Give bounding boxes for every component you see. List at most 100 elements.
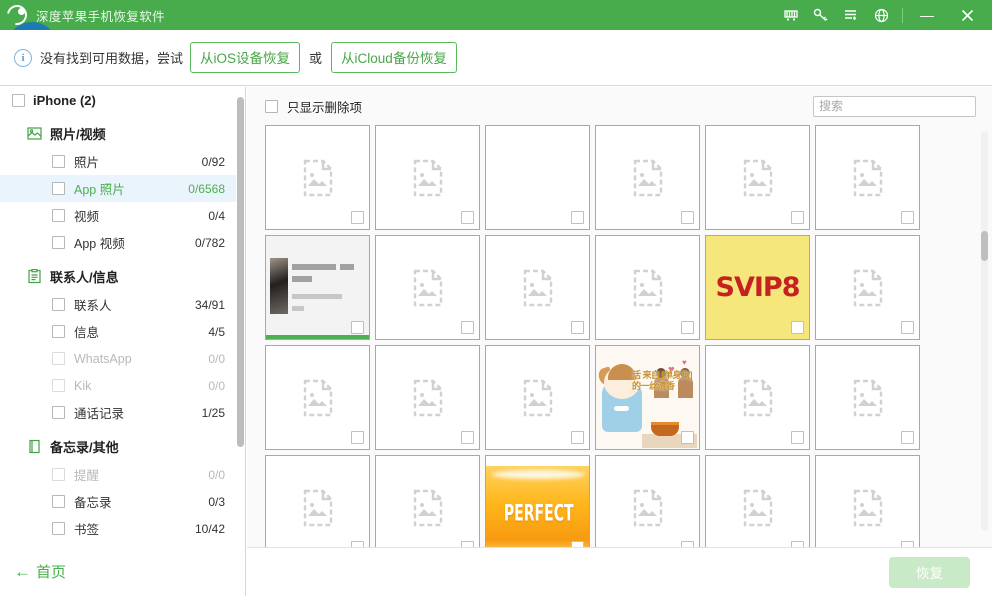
sidebar-item-label: 提醒 [74, 469, 100, 483]
thumbnail-checkbox[interactable] [461, 321, 474, 334]
thumbnail-item[interactable] [815, 235, 920, 340]
device-checkbox[interactable] [12, 93, 25, 107]
thumbnail-item[interactable]: PERFECT [485, 455, 590, 547]
thumbnail-checkbox[interactable] [461, 541, 474, 547]
search-input[interactable] [819, 99, 975, 113]
sidebar-item-checkbox[interactable] [52, 155, 65, 168]
sidebar-item-通话记录[interactable]: 通话记录 1/25 [0, 399, 237, 426]
sidebar-item-app-照片[interactable]: App 照片 0/6568 [0, 175, 237, 202]
thumbnail-checkbox[interactable] [461, 211, 474, 224]
sidebar-item-checkbox[interactable] [52, 495, 65, 508]
sidebar-group-3[interactable]: 备忘录/其他 [0, 431, 237, 461]
cart-icon[interactable] [776, 0, 806, 30]
sidebar-root-device[interactable]: iPhone (2) [0, 87, 237, 113]
thumbnail-item[interactable] [595, 235, 700, 340]
restore-from-ios-button[interactable]: 从iOS设备恢复 [190, 42, 301, 73]
restore-from-icloud-button[interactable]: 从iCloud备份恢复 [331, 42, 457, 73]
thumbnail-checkbox[interactable] [901, 321, 914, 334]
recover-button[interactable]: 恢复 [889, 556, 970, 588]
show-deleted-only-label: 只显示删除项 [287, 100, 363, 115]
close-button[interactable] [952, 0, 982, 30]
thumbnail-item[interactable] [375, 345, 480, 450]
key-icon[interactable] [806, 0, 836, 30]
thumbnail-checkbox[interactable] [901, 541, 914, 547]
device-label: iPhone (2) [33, 92, 96, 108]
thumbnail-checkbox[interactable] [351, 321, 364, 334]
thumbnail-item[interactable] [815, 125, 920, 230]
thumbnail-checkbox[interactable] [791, 211, 804, 224]
sidebar-item-checkbox[interactable] [52, 325, 65, 338]
sidebar-item-联系人[interactable]: 联系人 34/91 [0, 291, 237, 318]
thumbnail-item[interactable]: SVIP8 [705, 235, 810, 340]
broken-image-icon [303, 489, 332, 526]
sidebar-item-checkbox[interactable] [52, 182, 65, 195]
thumbnail-item[interactable]: ♥ ♥ 活 来自 [单身狗] 的一丝清香 [595, 345, 700, 450]
thumbnail-item[interactable] [705, 345, 810, 450]
thumbnail-item[interactable] [485, 345, 590, 450]
show-deleted-only-checkbox[interactable] [265, 99, 278, 113]
thumbnail-item[interactable] [485, 125, 590, 230]
thumbnail-item[interactable] [265, 455, 370, 547]
thumbnail-checkbox[interactable] [791, 431, 804, 444]
thumbnail-checkbox[interactable] [351, 211, 364, 224]
thumbnail-item[interactable] [705, 125, 810, 230]
thumbnail-item[interactable] [485, 235, 590, 340]
sidebar-item-label: 视频 [74, 210, 100, 224]
sidebar-group-1[interactable]: 照片/视频 [0, 118, 237, 148]
sidebar-item-checkbox[interactable] [52, 209, 65, 222]
sidebar-item-checkbox[interactable] [52, 236, 65, 249]
thumbnail-checkbox[interactable] [791, 541, 804, 547]
sidebar-item-count: 1/25 [201, 405, 225, 420]
thumbnail-checkbox[interactable] [461, 431, 474, 444]
minimize-button[interactable]: — [912, 0, 942, 30]
notes-icon [26, 438, 42, 454]
thumbnail-checkbox[interactable] [681, 541, 694, 547]
broken-image-icon [303, 159, 332, 196]
thumbnail-item[interactable] [375, 455, 480, 547]
thumbnail-item[interactable] [265, 345, 370, 450]
thumbnail-item[interactable] [265, 125, 370, 230]
main-scrollbar-thumb[interactable] [981, 231, 988, 261]
thumbnail-item[interactable] [815, 455, 920, 547]
thumbnail-item[interactable] [595, 455, 700, 547]
globe-icon[interactable] [866, 0, 896, 30]
thumbnail-checkbox[interactable] [681, 431, 694, 444]
thumbnail-item[interactable] [815, 345, 920, 450]
thumbnail-item[interactable] [705, 455, 810, 547]
home-link[interactable]: ← 首页 [14, 561, 66, 582]
search-box[interactable] [813, 95, 976, 117]
thumbnail-checkbox[interactable] [901, 431, 914, 444]
thumbnail-checkbox[interactable] [571, 321, 584, 334]
menu-icon[interactable] [836, 0, 866, 30]
sidebar-group-2[interactable]: 联系人/信息 [0, 261, 237, 291]
thumbnail-grid-wrap: SVIP8 ♥ ♥ 活 来自 [单身狗] 的一丝清香 PERFECT [247, 125, 992, 547]
main-scrollbar-track[interactable] [981, 131, 988, 531]
thumbnail-checkbox[interactable] [351, 431, 364, 444]
sidebar-item-app-视频[interactable]: App 视频 0/782 [0, 229, 237, 256]
thumbnail-item[interactable] [375, 125, 480, 230]
sidebar-item-checkbox[interactable] [52, 298, 65, 311]
sidebar-item-checkbox[interactable] [52, 522, 65, 535]
thumbnail-checkbox[interactable] [571, 211, 584, 224]
sidebar-item-备忘录[interactable]: 备忘录 0/3 [0, 488, 237, 515]
sidebar-scrollbar-thumb[interactable] [237, 97, 244, 447]
thumbnail-checkbox[interactable] [351, 541, 364, 547]
sidebar-item-视频[interactable]: 视频 0/4 [0, 202, 237, 229]
thumbnail-checkbox[interactable] [791, 321, 804, 334]
thumbnail-item[interactable] [265, 235, 370, 340]
thumbnail-checkbox[interactable] [901, 211, 914, 224]
thumbnail-checkbox[interactable] [681, 211, 694, 224]
notice-or-label: 或 [309, 51, 323, 66]
thumbnail-item[interactable] [595, 125, 700, 230]
thumbnail-checkbox[interactable] [571, 541, 584, 547]
thumbnail-item[interactable] [375, 235, 480, 340]
sidebar-item-照片[interactable]: 照片 0/92 [0, 148, 237, 175]
thumbnail-checkbox[interactable] [681, 321, 694, 334]
sidebar-item-信息[interactable]: 信息 4/5 [0, 318, 237, 345]
thumbnail-image-perfect: PERFECT [486, 466, 589, 547]
sidebar-item-label: 信息 [74, 326, 100, 340]
sidebar-item-书签[interactable]: 书签 10/42 [0, 515, 237, 542]
sidebar-scrollbar-track[interactable] [236, 87, 245, 547]
sidebar-item-checkbox[interactable] [52, 406, 65, 419]
thumbnail-checkbox[interactable] [571, 431, 584, 444]
